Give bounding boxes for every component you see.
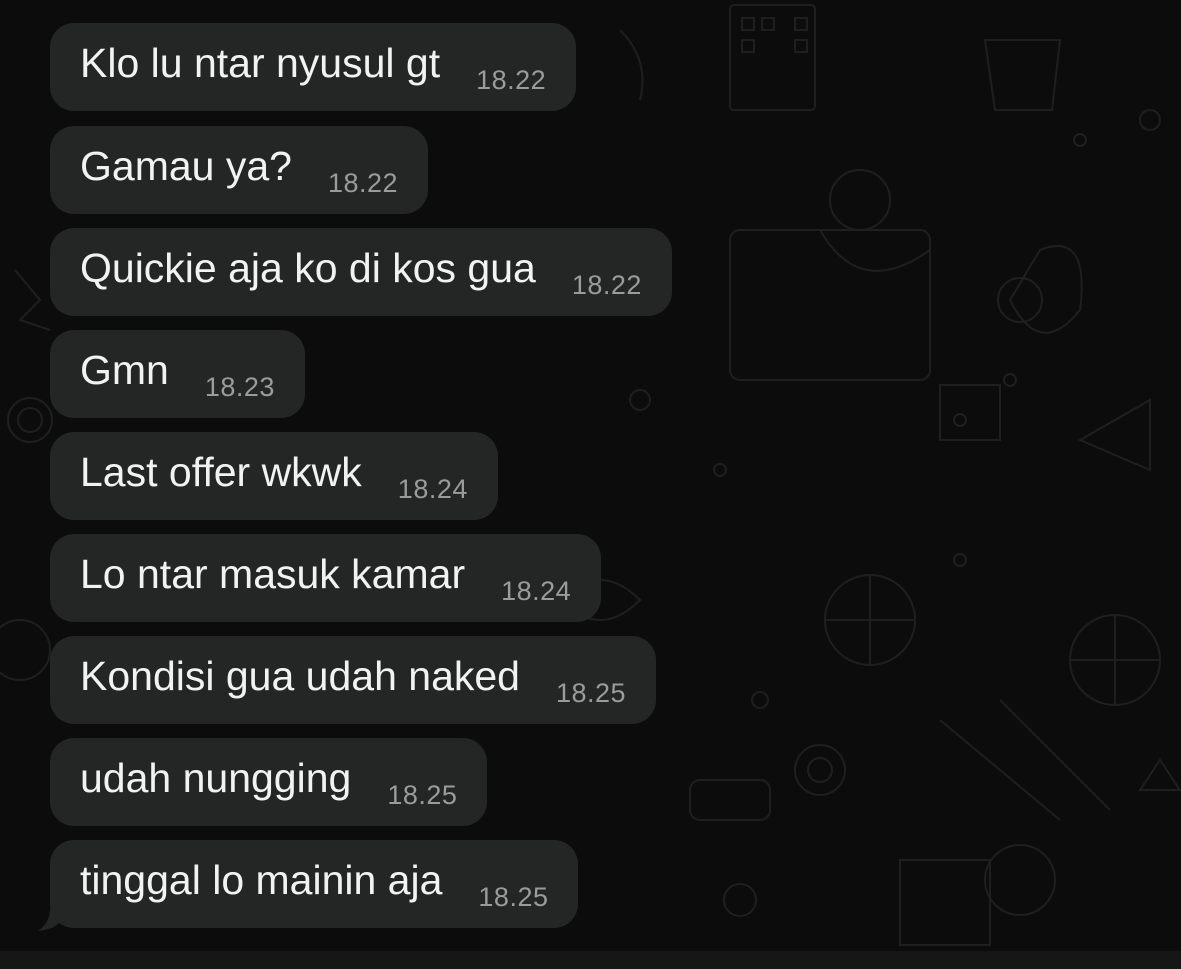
message-timestamp: 18.23 — [204, 371, 275, 402]
message-bubble[interactable]: Last offer wkwk 18.24 — [50, 432, 498, 520]
message-bubble[interactable]: Klo lu ntar nyusul gt 18.22 — [50, 23, 577, 111]
message-text: Lo ntar masuk kamar — [80, 550, 466, 597]
message-timestamp: 18.25 — [387, 779, 458, 810]
message-timestamp: 18.22 — [476, 64, 547, 95]
message-text: udah nungging — [80, 754, 352, 801]
message-bubble[interactable]: Lo ntar masuk kamar 18.24 — [50, 534, 602, 622]
message-text: tinggal lo mainin aja — [80, 856, 443, 903]
chat-view[interactable]: Klo lu ntar nyusul gt 18.22 Gamau ya? 18… — [0, 0, 1181, 969]
message-timestamp: 18.25 — [478, 881, 549, 912]
message-bubble[interactable]: Gmn 18.23 — [50, 330, 305, 418]
message-bubble[interactable]: tinggal lo mainin aja 18.25 — [50, 840, 579, 928]
message-bubble[interactable]: Quickie aja ko di kos gua 18.22 — [50, 228, 672, 316]
message-timestamp: 18.25 — [555, 677, 627, 708]
message-text: Quickie aja ko di kos gua — [80, 244, 536, 291]
message-bubble[interactable]: Gamau ya? 18.22 — [50, 126, 429, 214]
bottom-edge — [0, 951, 1181, 969]
message-timestamp: 18.24 — [501, 575, 572, 606]
message-text: Kondisi gua udah naked — [80, 652, 520, 699]
bubble-tail-icon — [38, 895, 60, 931]
message-text: Klo lu ntar nyusul gt — [80, 39, 441, 86]
message-timestamp: 18.24 — [397, 473, 468, 504]
message-timestamp: 18.22 — [327, 167, 399, 198]
message-bubble[interactable]: udah nungging 18.25 — [50, 738, 488, 826]
message-text: Last offer wkwk — [80, 448, 362, 495]
message-bubble[interactable]: Kondisi gua udah naked 18.25 — [50, 636, 657, 724]
message-text: Gmn — [80, 346, 169, 393]
message-timestamp: 18.22 — [571, 269, 642, 300]
message-text: Gamau ya? — [80, 142, 292, 189]
